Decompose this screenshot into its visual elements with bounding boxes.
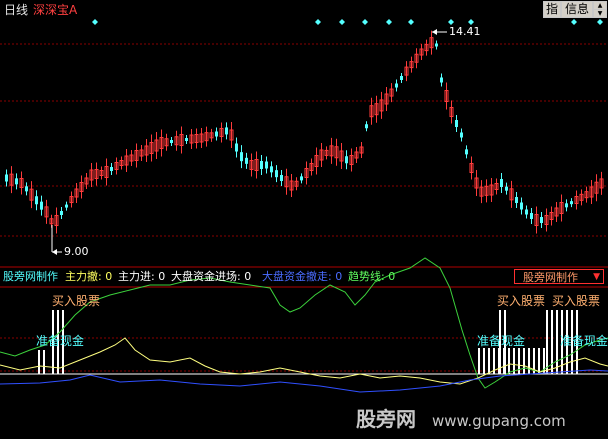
indicator-value-market-withdraw: 大盘资金撤走: 0 <box>262 270 343 283</box>
indicator-value-market-enter: 大盘资金进场: 0 <box>171 270 252 283</box>
candle-body <box>525 209 528 215</box>
signal-diamonds <box>92 19 603 25</box>
buy-label: 买入股票 <box>497 294 546 308</box>
kline-chart <box>0 19 608 393</box>
candle-body <box>265 161 268 169</box>
watermark-url: www.gupang.com <box>432 412 566 430</box>
prepare-cash-label: 准备现金 <box>477 334 526 348</box>
candle-body <box>185 138 188 141</box>
diamond-signal-icon <box>386 19 392 25</box>
candle-body <box>395 83 398 88</box>
candle-body <box>460 132 463 138</box>
indicator-selector[interactable]: 股旁网制作 ▼ <box>514 269 604 284</box>
candle-body <box>240 152 243 162</box>
signal-bar <box>483 348 485 374</box>
indicator-value-trend: 趋势线: 0 <box>348 270 396 283</box>
diamond-signal-icon <box>597 19 603 25</box>
candle-body <box>60 211 63 215</box>
signal-bar <box>538 348 540 374</box>
signal-bar <box>513 348 515 374</box>
candle-body <box>15 178 18 185</box>
high-price-label: 14.41 <box>449 25 481 38</box>
prepare-cash-label: 准备现金 <box>36 334 85 348</box>
price-markers <box>51 29 447 255</box>
candle-body <box>515 197 518 203</box>
diamond-signal-icon <box>315 19 321 25</box>
candle-body <box>530 213 533 219</box>
candle-body <box>465 149 468 155</box>
candle-body <box>25 186 28 192</box>
diamond-signal-icon <box>92 19 98 25</box>
diamond-signal-icon <box>362 19 368 25</box>
candle-body <box>215 131 218 137</box>
signal-bar <box>556 310 558 374</box>
indicator-value-main-enter: 主力进: 0 <box>118 270 166 283</box>
chevron-down-icon: ▼ <box>593 272 600 282</box>
candle-body <box>35 196 38 205</box>
candle-body <box>170 140 173 143</box>
signal-bar <box>523 348 525 374</box>
candle-body <box>300 176 303 181</box>
stock-name[interactable]: 深深宝A <box>33 3 77 17</box>
candle-body <box>270 166 273 173</box>
candle-body <box>110 167 113 171</box>
signal-bar <box>38 350 40 374</box>
indicator-selector-label: 股旁网制作 <box>523 271 578 284</box>
indicator-button[interactable]: 指 <box>543 1 561 18</box>
candle-body <box>540 217 543 223</box>
scroll-down-button[interactable]: ▼ <box>593 9 607 18</box>
diamond-signal-icon <box>571 19 577 25</box>
signal-bar <box>478 348 480 374</box>
low-price-label: 9.00 <box>64 245 89 258</box>
candle-body <box>5 174 8 182</box>
candle-body <box>245 157 248 164</box>
prepare-cash-label: 准备现金 <box>560 334 608 348</box>
watermark-brand: 股旁网 <box>356 407 416 431</box>
candle-body <box>225 127 228 135</box>
signal-bar <box>43 350 45 374</box>
candle-body <box>565 203 568 208</box>
indicator-value-main-withdraw: 主力撤: 0 <box>65 270 113 283</box>
candle-body <box>275 170 278 178</box>
candle-body <box>570 201 573 205</box>
indicator-name: 股旁网制作 <box>3 270 58 283</box>
candlesticks <box>5 30 604 234</box>
candle-body <box>260 161 263 169</box>
candle-body <box>440 77 443 83</box>
signal-bar <box>508 348 510 374</box>
diamond-signal-icon <box>339 19 345 25</box>
buy-label: 买入股票 <box>552 294 601 308</box>
candle-body <box>435 43 438 47</box>
candle-body <box>40 201 43 210</box>
candle-body <box>520 202 523 210</box>
signal-bar <box>546 310 548 374</box>
candle-body <box>345 156 348 164</box>
candle-body <box>455 120 458 127</box>
info-button[interactable]: 信息 <box>561 1 593 18</box>
candle-body <box>400 76 403 80</box>
candle-body <box>280 175 283 181</box>
diamond-signal-icon <box>408 19 414 25</box>
candle-body <box>235 143 238 152</box>
period-label[interactable]: 日线 <box>4 3 28 17</box>
candle-body <box>65 204 68 208</box>
signal-bar <box>488 348 490 374</box>
candle-body <box>505 186 508 191</box>
buy-label: 买入股票 <box>52 294 101 308</box>
candle-body <box>500 179 503 187</box>
signal-bar <box>528 348 530 374</box>
candle-body <box>365 124 368 129</box>
